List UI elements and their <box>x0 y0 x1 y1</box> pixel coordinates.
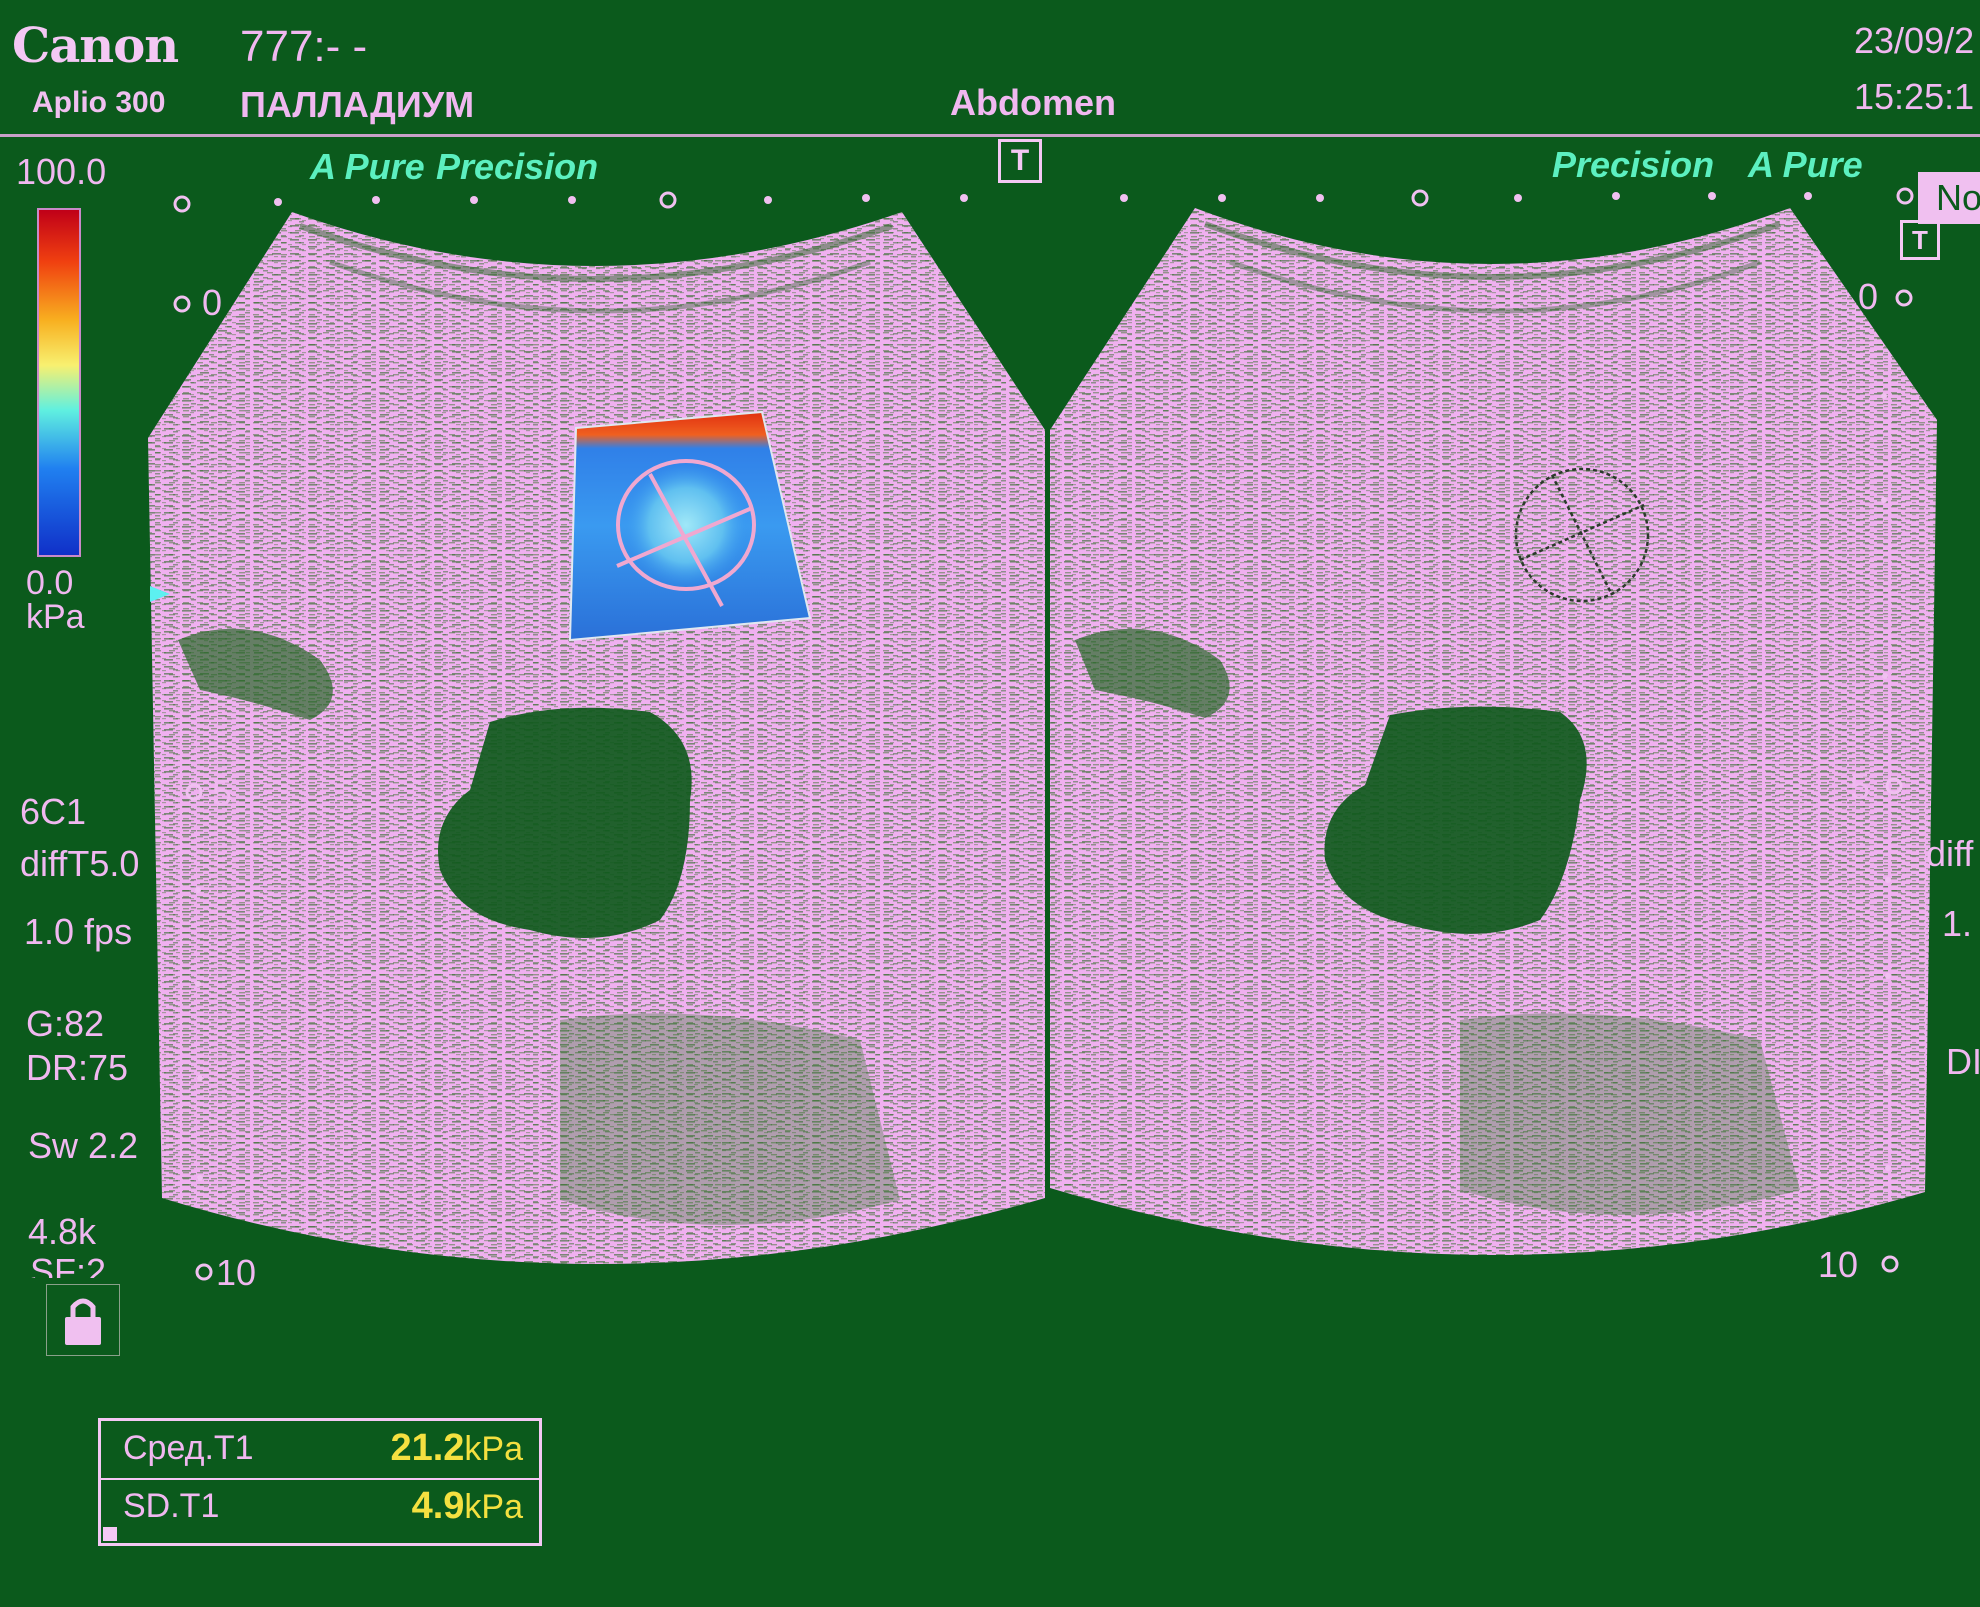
right-depth-10: 10 <box>1818 1244 1859 1285</box>
prf-value: 4.8k <box>28 1211 97 1252</box>
right-fps-partial: 1. <box>1942 903 1973 944</box>
result-corner-marker <box>103 1527 117 1541</box>
left-depth-0: 0 <box>202 282 223 323</box>
harmonic-label: diffT5.0 <box>20 843 140 884</box>
top-scale-dots <box>173 187 1914 213</box>
mean-label: Сред.T1 <box>123 1429 254 1467</box>
mean-value: 21.2 <box>390 1427 465 1469</box>
ultrasound-images <box>148 187 1937 1281</box>
mean-row: Сред.T1 21.2kPa <box>101 1421 539 1479</box>
sd-value: 4.9 <box>411 1485 465 1527</box>
measurement-results-box: Сред.T1 21.2kPa SD.T1 4.9kPa <box>98 1418 542 1546</box>
sd-row: SD.T1 4.9kPa <box>101 1479 539 1537</box>
lock-icon[interactable] <box>46 1284 120 1356</box>
sweep-value: Sw 2.2 <box>28 1125 139 1166</box>
left-depth-5: 5 <box>212 772 233 813</box>
right-depth-0: 0 <box>1858 276 1879 317</box>
probe-label: 6C1 <box>20 791 87 832</box>
mean-unit: kPa <box>464 1430 523 1468</box>
right-image-sector <box>1050 208 1937 1256</box>
left-depth-10: 10 <box>216 1252 257 1293</box>
left-image-sector <box>148 212 1045 1264</box>
dynamic-range: DR:75 <box>26 1047 129 1088</box>
right-harmonic-partial: diff <box>1926 833 1974 874</box>
frame-rate: 1.0 fps <box>24 911 133 952</box>
sf-value: SF:2 <box>30 1254 107 1278</box>
sd-unit: kPa <box>464 1488 523 1526</box>
sd-label: SD.T1 <box>123 1487 220 1525</box>
right-depth-5: 5 <box>1850 766 1871 807</box>
right-dr-partial: DI <box>1946 1041 1980 1082</box>
gain-value: G:82 <box>26 1003 105 1044</box>
